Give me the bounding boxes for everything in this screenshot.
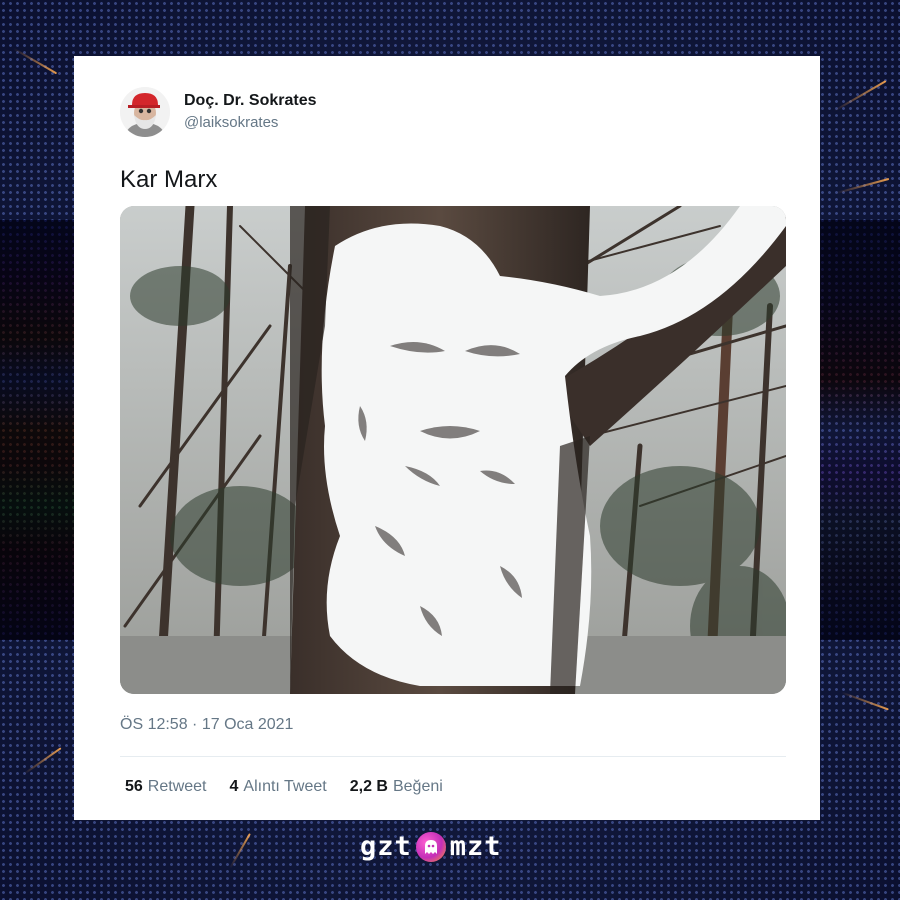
avatar[interactable] (120, 87, 170, 137)
background-color-band-right (820, 220, 900, 640)
tweet-stats: 56 Retweet 4 Alıntı Tweet 2,2 B Beğeni (125, 778, 466, 796)
ghost-icon (415, 831, 446, 862)
snow-face-tree-photo (120, 206, 786, 694)
author-display-name[interactable]: Doç. Dr. Sokrates (184, 91, 317, 111)
stat-label: Beğeni (392, 778, 443, 795)
author-handle[interactable]: @laiksokrates (184, 113, 317, 133)
background-color-band-left (0, 220, 80, 640)
logo-text-left: gzt (360, 831, 412, 862)
tweet-text: Kar Marx (120, 166, 218, 193)
tweet-photo[interactable] (120, 206, 786, 694)
avatar-man-red-cap-icon (120, 87, 170, 137)
logo-text-right: mzt (449, 831, 502, 862)
divider (120, 756, 786, 757)
tweet-author[interactable]: Doç. Dr. Sokrates @laiksokrates (120, 86, 317, 138)
like-count-link[interactable]: 2,2 B Beğeni (350, 778, 443, 796)
stat-label: Alıntı Tweet (243, 778, 327, 795)
stat-label: Retweet (147, 778, 207, 795)
quote-tweet-count-link[interactable]: 4 Alıntı Tweet (230, 778, 327, 796)
stat-count: 4 (229, 778, 239, 795)
stat-count: 56 (125, 778, 143, 795)
retweet-count-link[interactable]: 56 Retweet (125, 778, 207, 796)
tweet-timestamp[interactable]: ÖS 12:58 · 17 Oca 2021 (120, 716, 293, 734)
author-names: Doç. Dr. Sokrates @laiksokrates (184, 91, 317, 133)
tweet-card: Doç. Dr. Sokrates @laiksokrates Kar Marx (74, 56, 820, 820)
stat-count: 2,2 B (349, 778, 388, 795)
gzt-brand-logo: gzt mzt (360, 831, 502, 862)
